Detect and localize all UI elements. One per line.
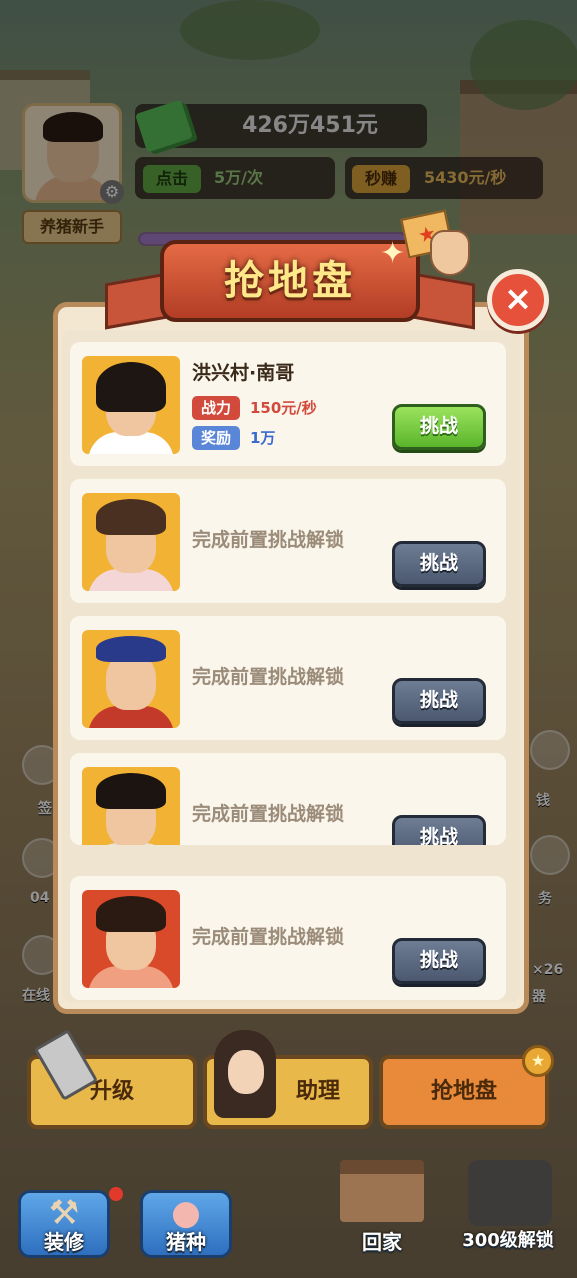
opponent-portrait xyxy=(82,767,180,845)
nav-pig-breed-label: 猪种 xyxy=(166,1230,206,1254)
opponent-card: 洪兴村·南哥 战力 150元/秒 奖励 1万 挑战 xyxy=(70,342,506,466)
opponent-card-locked: 完成前置挑战解锁 挑战 xyxy=(70,479,506,603)
opponent-card-locked: 完成前置挑战解锁 挑战 xyxy=(70,753,506,845)
nav-home-label: 回家 xyxy=(362,1230,402,1254)
opponent-card-locked: 完成前置挑战解锁 挑战 xyxy=(70,876,506,1000)
notification-dot xyxy=(109,1187,123,1201)
upgrade-label: 升级 xyxy=(89,1079,134,1104)
sparkle-icon: ✦ xyxy=(380,236,406,271)
portrait-hair xyxy=(96,499,166,535)
challenge-button-locked[interactable]: 挑战 xyxy=(392,815,486,845)
opponent-portrait xyxy=(82,890,180,988)
challenge-button-locked[interactable]: 挑战 xyxy=(392,541,486,587)
turf-label: 抢地盘 xyxy=(430,1079,497,1104)
opponent-list[interactable]: 洪兴村·南哥 战力 150元/秒 奖励 1万 挑战 完成前置挑战解锁 挑战 完成… xyxy=(62,330,520,1002)
locked-hint: 完成前置挑战解锁 xyxy=(192,529,345,551)
portrait-hair xyxy=(96,362,166,412)
assistant-label: 助理 xyxy=(295,1079,340,1104)
challenge-button-locked[interactable]: 挑战 xyxy=(392,938,486,984)
reward-value: 1万 xyxy=(250,429,276,447)
close-button[interactable]: × xyxy=(487,269,549,331)
opponent-portrait xyxy=(82,493,180,591)
home-icon[interactable] xyxy=(340,1160,424,1222)
power-value: 150元/秒 xyxy=(250,399,317,417)
portrait-hair xyxy=(96,773,166,809)
assistant-face xyxy=(228,1050,264,1094)
opponent-card-locked: 完成前置挑战解锁 挑战 xyxy=(70,616,506,740)
power-tag: 战力 xyxy=(192,396,240,420)
locked-hint: 完成前置挑战解锁 xyxy=(192,803,345,825)
medal-icon: ★ xyxy=(522,1045,554,1077)
nav-decorate-label: 装修 xyxy=(44,1230,84,1254)
portrait-hair xyxy=(96,636,166,662)
opponent-portrait xyxy=(82,356,180,454)
portrait-hair xyxy=(96,896,166,932)
opponent-portrait xyxy=(82,630,180,728)
challenge-button[interactable]: 挑战 xyxy=(392,404,486,450)
locked-house-icon[interactable] xyxy=(468,1160,552,1226)
pointing-hand-icon xyxy=(430,230,470,276)
locked-hint: 完成前置挑战解锁 xyxy=(192,926,345,948)
nav-unlock-label: 300级解锁 xyxy=(462,1230,554,1251)
opponent-name: 洪兴村·南哥 xyxy=(192,362,295,384)
challenge-button-locked[interactable]: 挑战 xyxy=(392,678,486,724)
locked-hint: 完成前置挑战解锁 xyxy=(192,666,345,688)
reward-tag: 奖励 xyxy=(192,426,240,450)
